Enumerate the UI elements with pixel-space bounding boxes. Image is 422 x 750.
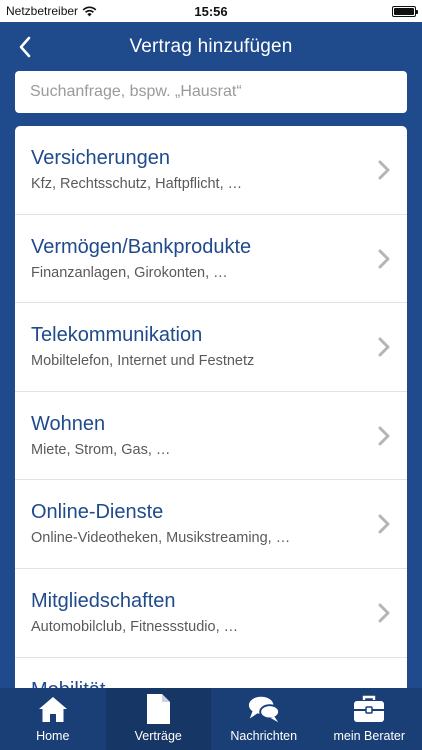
list-item-title: Vermögen/Bankprodukte (31, 235, 252, 258)
chevron-left-icon (19, 36, 31, 58)
tab-home[interactable]: Home (0, 688, 106, 750)
document-icon (141, 693, 175, 725)
home-icon (36, 693, 70, 725)
page-title: Vertrag hinzufügen (129, 36, 293, 57)
tab-mein-berater[interactable]: mein Berater (317, 688, 422, 750)
list-item[interactable]: Vermögen/Bankprodukte Finanzanlagen, Giro… (15, 215, 407, 304)
list-item-subtitle: Finanzanlagen, Girokonten, … (31, 264, 228, 281)
tab-home-label: Home (36, 729, 70, 743)
tab-bar: Home Verträge Nachrichten mein Berater (0, 688, 422, 750)
list-item-title: Telekommunikation (31, 324, 203, 347)
list-item[interactable]: Mitgliedschaften Automobilclub, Fitnessst… (15, 569, 407, 658)
list-item-subtitle: Automobilclub, Fitnessstudio, … (31, 618, 239, 635)
carrier-label: Netzbetreiber (6, 4, 79, 18)
tab-nachrichten[interactable]: Nachrichten (211, 688, 317, 750)
chevron-right-icon (378, 160, 390, 180)
status-left: Netzbetreiber (6, 4, 97, 18)
list-item-subtitle: Online-Videotheken, Musikstreaming, … (31, 530, 291, 547)
chevron-right-icon (378, 426, 390, 446)
search-input[interactable] (30, 83, 392, 101)
status-bar: Netzbetreiber 15:56 (0, 0, 422, 22)
list-item[interactable]: Mobilität (15, 658, 407, 688)
tab-nachrichten-label: Nachrichten (230, 729, 298, 743)
battery-icon (392, 5, 418, 17)
list-item[interactable]: Versicherungen Kfz, Rechtsschutz, Haftpfl… (15, 126, 407, 215)
list-item-subtitle: Mobiltelefon, Internet und Festnetz (31, 353, 255, 370)
list-item[interactable]: Telekommunikation Mobiltelefon, Internet … (15, 303, 407, 392)
search-box[interactable] (15, 71, 407, 113)
chat-bubbles-icon (247, 693, 281, 725)
list-item-title: Mobilität (31, 678, 357, 688)
briefcase-icon (352, 693, 386, 725)
tab-vertraege[interactable]: Verträge (105, 688, 211, 750)
battery-level (394, 7, 414, 15)
chevron-right-icon (378, 514, 390, 534)
list-item-subtitle: Miete, Strom, Gas, … (31, 441, 171, 458)
list-item-subtitle: Kfz, Rechtsschutz, Haftpflicht, … (31, 176, 243, 192)
list-item-title: Mitgliedschaften (31, 589, 176, 612)
list-item-title: Wohnen (31, 412, 106, 435)
chevron-right-icon (378, 337, 390, 357)
tab-mein-berater-label: mein Berater (333, 729, 406, 743)
wifi-icon (82, 6, 97, 16)
back-button[interactable] (8, 30, 42, 64)
chevron-right-icon (378, 603, 390, 623)
tab-vertraege-label: Verträge (134, 729, 182, 743)
category-list: Versicherungen Kfz, Rechtsschutz, Haftpfl… (15, 126, 407, 688)
list-item-title: Online-Dienste (31, 501, 164, 524)
list-item[interactable]: Wohnen Miete, Strom, Gas, … (15, 392, 407, 481)
navigation-bar: Vertrag hinzufügen (0, 22, 422, 72)
list-item[interactable]: Online-Dienste Online-Videotheken, Musiks… (15, 480, 407, 569)
chevron-right-icon (378, 249, 390, 269)
list-item-title: Versicherungen (31, 147, 170, 169)
